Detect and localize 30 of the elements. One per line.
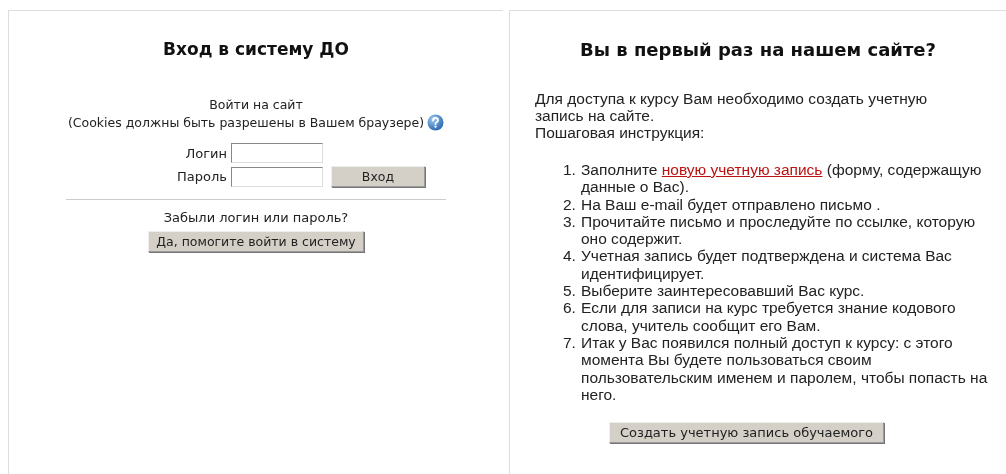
step-text: Прочитайте письмо и проследуйте по ссылке, которую оно содержит. — [581, 212, 977, 248]
step-number: 2. — [563, 195, 577, 213]
help-icon[interactable] — [427, 114, 445, 131]
password-field[interactable] — [231, 166, 323, 187]
forgot-text: Забыли логин или пароль? — [163, 210, 349, 225]
help-login-button[interactable]: Да, помогите войти в систему — [148, 231, 364, 252]
step-text: Если для записи на курс требуется знание кодового слова, учитель сообщит его Вам. — [581, 299, 957, 334]
signup-link[interactable]: новую учетную запись — [661, 161, 823, 178]
intro-text: Для доступа к курсу Вам необходимо создать учетную запись на сайте. — [535, 90, 929, 124]
step-text: Заполните новую учетную запись (форму, содержащую данные о Вас). — [581, 161, 983, 196]
step-number: 3. — [563, 212, 577, 232]
step-text: Выберите заинтересовавший Вас курс. — [581, 282, 866, 300]
panel-title: Вы в первый раз на нашем сайте? — [579, 39, 937, 60]
create-account-button[interactable]: Создать учетную запись обучаемого — [608, 422, 885, 444]
steps-heading: Пошаговая инструкция: — [535, 124, 706, 141]
step-number: 1. — [563, 161, 577, 180]
login-field[interactable] — [231, 143, 323, 163]
step-number: 7. — [563, 333, 577, 353]
login-prompt: Войти на сайт — [209, 97, 303, 112]
step-text: На Ваш e-mail будет отправлено письмо . — [581, 195, 882, 213]
step-text: Учетная запись будет подтверждена и система Вас идентифицирует. — [581, 247, 953, 283]
field-label: Пароль — [176, 169, 227, 184]
step-number: 6. — [563, 299, 577, 319]
step-number: 4. — [563, 247, 577, 267]
login-button[interactable]: Вход — [331, 166, 425, 187]
field-label: Логин — [184, 145, 227, 161]
step-text: Итак у Вас появился полный доступ к курсу: с этого момента Вы будете пользоваться своим пользовательским именем и паролем, чтобы попасть на него. — [581, 333, 989, 404]
cookies-note: (Cookies должны быть разрешены в Вашем браузере) — [67, 115, 425, 130]
panel-title: Вход в систему ДО — [163, 39, 349, 59]
step-number: 5. — [563, 282, 577, 300]
